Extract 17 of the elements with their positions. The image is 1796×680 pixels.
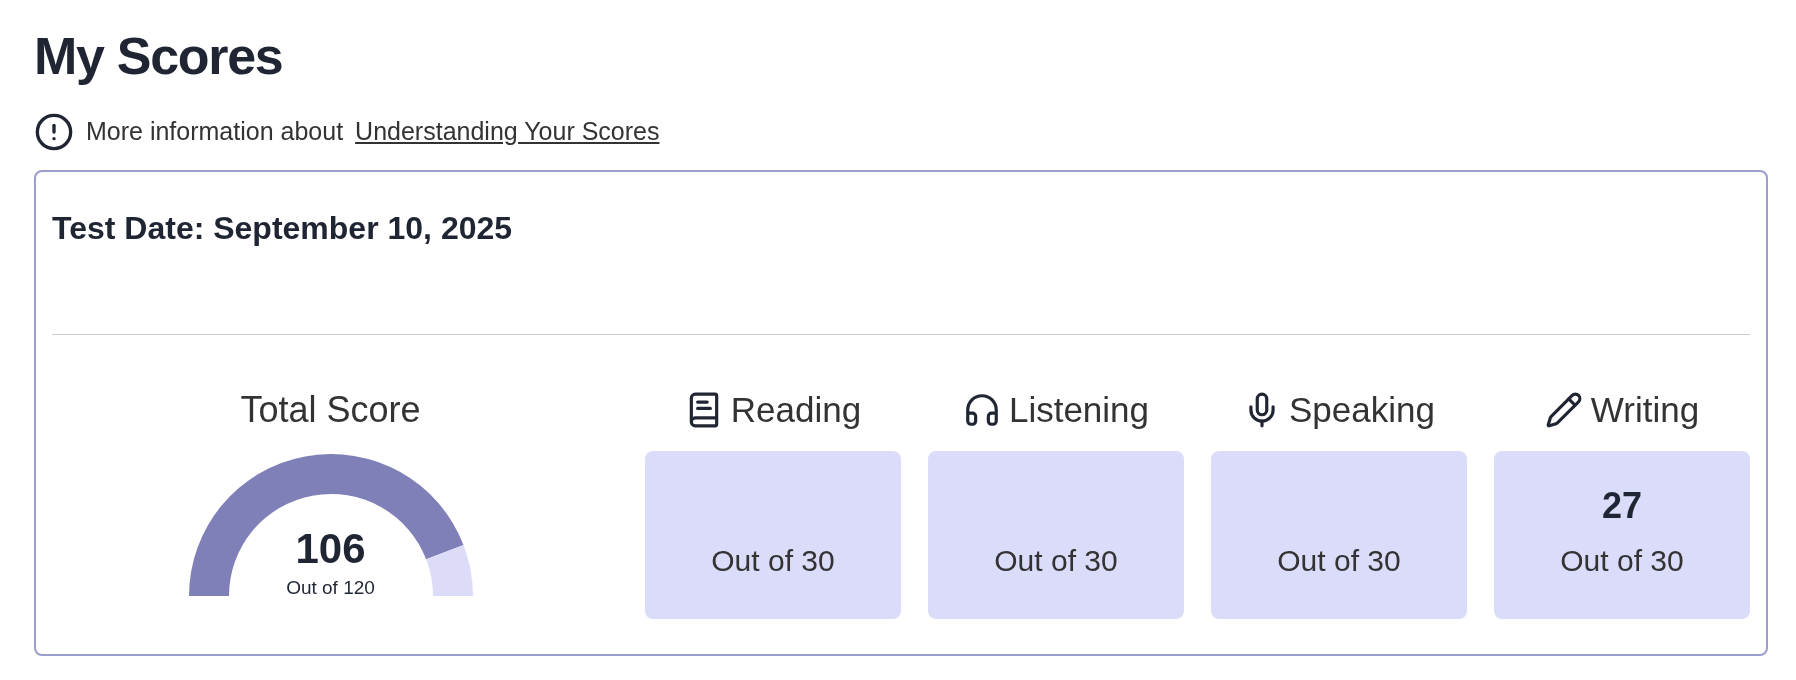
test-date: Test Date: September 10, 2025 bbox=[52, 212, 513, 244]
info-icon bbox=[34, 112, 74, 152]
section-label: Writing bbox=[1590, 388, 1700, 431]
scores-link[interactable]: Understanding Your Scores bbox=[355, 113, 660, 151]
section-score: 27 bbox=[1601, 487, 1642, 528]
section-label: Listening bbox=[1008, 388, 1150, 431]
section-score-max: Out of 30 bbox=[1277, 542, 1401, 579]
total-score-value: 106 bbox=[295, 528, 366, 570]
section-score-max: Out of 30 bbox=[711, 542, 835, 579]
section-label: Speaking bbox=[1289, 388, 1435, 431]
info-text: More information about bbox=[86, 116, 344, 148]
section-label: Reading bbox=[730, 388, 862, 431]
section-score-max: Out of 30 bbox=[1560, 542, 1684, 579]
pencil-icon bbox=[1544, 391, 1583, 429]
section-score-max: Out of 30 bbox=[994, 542, 1118, 579]
total-score-label: Total Score bbox=[240, 388, 421, 432]
total-score-max: Out of 120 bbox=[286, 578, 375, 597]
